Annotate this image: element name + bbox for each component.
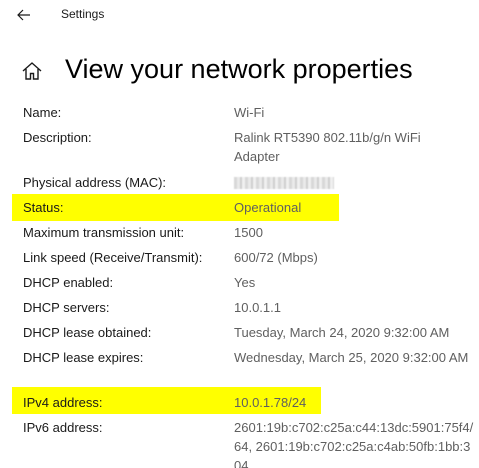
property-row-ipv6: IPv6 address: 2601:19b:c702:c25a:c44:13d… xyxy=(0,418,479,468)
property-row-name: Name: Wi-Fi xyxy=(0,103,479,123)
property-label: DHCP lease obtained: xyxy=(23,325,152,340)
property-row-mac: Physical address (MAC): xyxy=(0,173,479,193)
property-row-description: Description: Ralink RT5390 802.11b/g/n W… xyxy=(0,128,479,168)
property-value[interactable]: Wednesday, March 25, 2020 9:32:00 AM xyxy=(234,348,469,367)
property-label: Maximum transmission unit: xyxy=(23,225,185,240)
property-label: IPv6 address: xyxy=(23,420,103,435)
property-label: Link speed (Receive/Transmit): xyxy=(23,250,203,265)
property-label: DHCP servers: xyxy=(23,300,110,315)
property-row-status: Status: Operational xyxy=(0,198,479,218)
property-value[interactable]: 2601:19b:c702:c25a:c44:13dc:5901:75f4/64… xyxy=(234,418,474,468)
property-label: DHCP enabled: xyxy=(23,275,114,290)
property-row-ipv4: IPv4 address: 10.0.1.78/24 xyxy=(0,393,479,413)
property-value[interactable]: Wi-Fi xyxy=(234,103,472,122)
app-title: Settings xyxy=(61,7,105,21)
property-row-dhcp-lease-obtained: DHCP lease obtained: Tuesday, March 24, … xyxy=(0,323,479,343)
property-label: IPv4 address: xyxy=(23,395,103,410)
property-row-dhcp-servers: DHCP servers: 10.0.1.1 xyxy=(0,298,479,318)
property-row-mtu: Maximum transmission unit: 1500 xyxy=(0,223,479,243)
title-bar: Settings xyxy=(0,0,479,30)
property-value[interactable]: Tuesday, March 24, 2020 9:32:00 AM xyxy=(234,323,472,342)
page-header: View your network properties xyxy=(0,48,479,94)
property-row-dhcp-lease-expires: DHCP lease expires: Wednesday, March 25,… xyxy=(0,348,479,388)
property-value[interactable]: 600/72 (Mbps) xyxy=(234,248,472,267)
property-value[interactable]: Operational xyxy=(234,198,472,217)
property-label: Description: xyxy=(23,130,92,145)
property-value[interactable]: 1500 xyxy=(234,223,472,242)
property-row-dhcp-enabled: DHCP enabled: Yes xyxy=(0,273,479,293)
property-value[interactable]: Yes xyxy=(234,273,472,292)
property-value-redacted[interactable] xyxy=(234,173,472,194)
home-icon xyxy=(22,62,42,80)
property-row-link-speed: Link speed (Receive/Transmit): 600/72 (M… xyxy=(0,248,479,268)
back-button[interactable] xyxy=(12,4,36,26)
home-button[interactable] xyxy=(20,60,44,82)
property-value[interactable]: 10.0.1.78/24 xyxy=(234,393,472,412)
property-label: DHCP lease expires: xyxy=(23,350,144,365)
property-label: Physical address (MAC): xyxy=(23,175,167,190)
property-value[interactable]: Ralink RT5390 802.11b/g/n WiFi Adapter xyxy=(234,128,464,166)
back-arrow-icon xyxy=(17,9,30,21)
property-label: Name: xyxy=(23,105,62,120)
page-title: View your network properties xyxy=(65,54,413,84)
property-value[interactable]: 10.0.1.1 xyxy=(234,298,472,317)
redacted-mac-address xyxy=(234,177,334,189)
property-label: Status: xyxy=(23,200,64,215)
